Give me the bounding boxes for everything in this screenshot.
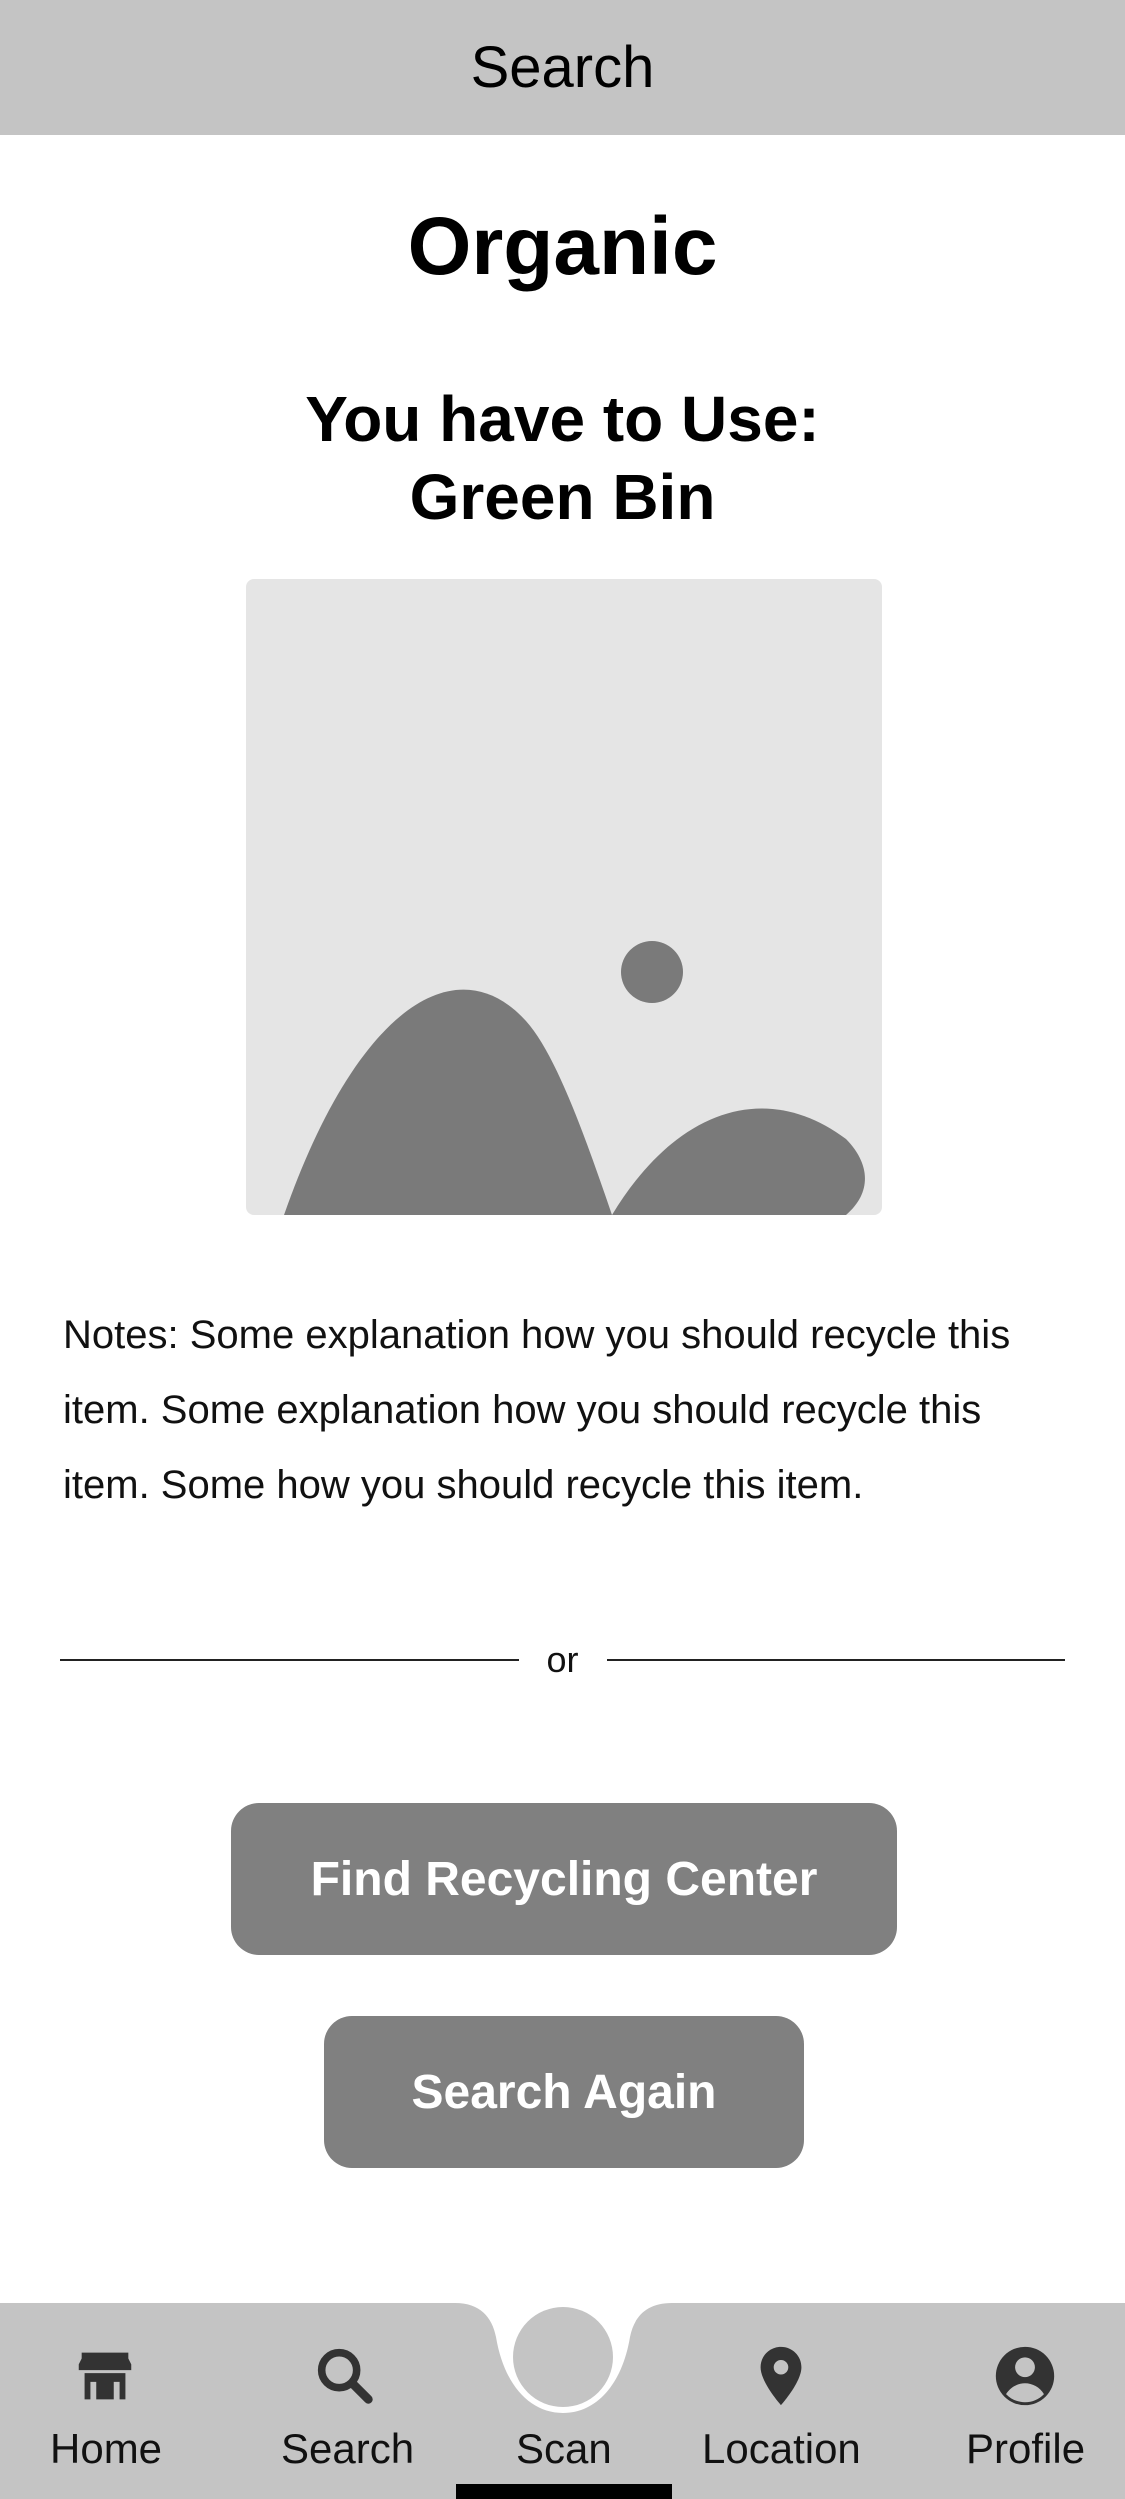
store-icon — [78, 2352, 132, 2400]
nav-label-location: Location — [702, 2425, 861, 2472]
category-heading: Organic — [407, 201, 718, 292]
nav-label-scan: Scan — [516, 2425, 612, 2472]
nav-item-home[interactable]: Home — [0, 2303, 210, 2499]
image-placeholder — [246, 579, 882, 1215]
divider-line-left — [60, 1659, 519, 1661]
scan-circle-icon[interactable] — [513, 2307, 613, 2407]
nav-item-profile[interactable]: Profile — [920, 2303, 1125, 2499]
page-title: Search — [470, 35, 655, 100]
recycling-notes: Notes: Some explanation how you should r… — [63, 1313, 1011, 1507]
nav-label-search: Search — [281, 2425, 415, 2472]
divider-line-right — [606, 1659, 1066, 1661]
divider-label: or — [546, 1639, 579, 1680]
home-indicator — [456, 2484, 672, 2499]
account-circle-icon — [995, 2346, 1055, 2406]
nav-item-search[interactable]: Search — [240, 2303, 450, 2499]
or-divider: or — [60, 1630, 1066, 1690]
instruction-line: You have to Use: — [305, 383, 820, 455]
nav-label-home: Home — [50, 2425, 163, 2472]
bin-instruction: You have to Use: Green Bin — [0, 380, 1125, 536]
find-recycling-center-button[interactable]: Find Recycling Center — [231, 1803, 897, 1955]
search-again-button[interactable]: Search Again — [324, 2016, 804, 2168]
bin-name: Green Bin — [409, 461, 716, 533]
top-app-bar: Search — [0, 0, 1125, 135]
nav-item-location[interactable]: Location — [680, 2303, 890, 2499]
search-icon — [317, 2348, 373, 2404]
location-pin-icon — [760, 2346, 802, 2406]
nav-label-profile: Profile — [966, 2425, 1086, 2472]
image-placeholder-icon — [284, 941, 865, 1215]
